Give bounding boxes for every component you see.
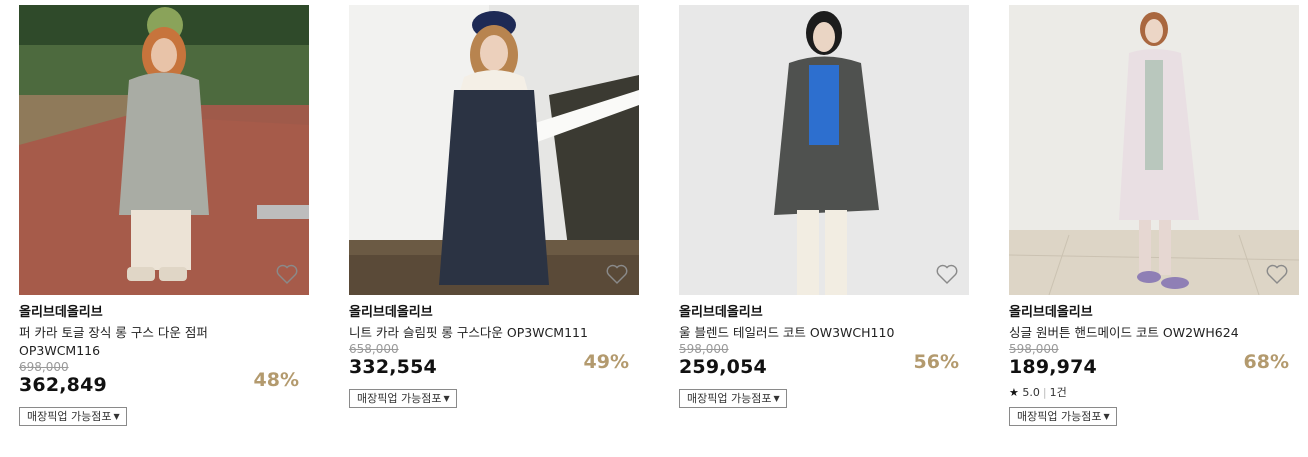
product-image[interactable] <box>19 5 309 295</box>
discount-rate: 49% <box>583 351 629 373</box>
product-image[interactable] <box>679 5 969 295</box>
store-pickup-label: 매장픽업 가능점포 <box>1017 410 1102 423</box>
store-pickup-dropdown[interactable]: 매장픽업 가능점포 ▼ <box>679 389 787 408</box>
review-count[interactable]: 1건 <box>1050 386 1067 399</box>
price-area: 698,000 362,849 48% <box>19 360 309 400</box>
product-photo <box>19 5 309 295</box>
product-name[interactable]: 퍼 카라 토글 장식 롱 구스 다운 점퍼 OP3WCM116 <box>19 324 289 360</box>
brand-name[interactable]: 올리브데올리브 <box>679 304 969 321</box>
discount-rate: 48% <box>253 369 299 391</box>
price-area: 598,000 259,054 56% <box>679 342 969 382</box>
rating-summary: ★ 5.0 | 1건 <box>1009 386 1299 400</box>
discount-rate: 56% <box>913 351 959 373</box>
product-card[interactable]: 올리브데올리브 울 블렌드 테일러드 코트 OW3WCH110 598,000 … <box>679 5 969 408</box>
store-pickup-dropdown[interactable]: 매장픽업 가능점포 ▼ <box>1009 407 1117 426</box>
brand-name[interactable]: 올리브데올리브 <box>1009 304 1299 321</box>
product-name[interactable]: 니트 카라 슬림핏 롱 구스다운 OP3WCM111 <box>349 324 619 342</box>
rating-score: 5.0 <box>1022 386 1040 399</box>
store-pickup-dropdown[interactable]: 매장픽업 가능점포 ▼ <box>19 407 127 426</box>
caret-down-icon: ▼ <box>773 394 780 403</box>
product-image[interactable] <box>1009 5 1299 295</box>
wishlist-heart-icon[interactable] <box>275 263 299 285</box>
product-image[interactable] <box>349 5 639 295</box>
store-pickup-dropdown[interactable]: 매장픽업 가능점포 ▼ <box>349 389 457 408</box>
brand-name[interactable]: 올리브데올리브 <box>349 304 639 321</box>
discount-rate: 68% <box>1243 351 1289 373</box>
caret-down-icon: ▼ <box>113 412 120 421</box>
store-pickup-label: 매장픽업 가능점포 <box>687 392 772 405</box>
wishlist-heart-icon[interactable] <box>935 263 959 285</box>
product-card[interactable]: 올리브데올리브 니트 카라 슬림핏 롱 구스다운 OP3WCM111 658,0… <box>349 5 639 408</box>
product-photo <box>1009 5 1299 295</box>
product-card[interactable]: 올리브데올리브 싱글 원버튼 핸드메이드 코트 OW2WH624 598,000… <box>1009 5 1299 426</box>
brand-name[interactable]: 올리브데올리브 <box>19 304 309 321</box>
store-pickup-label: 매장픽업 가능점포 <box>357 392 442 405</box>
price-area: 598,000 189,974 68% <box>1009 342 1299 382</box>
rating-divider: | <box>1042 386 1047 399</box>
product-name[interactable]: 울 블렌드 테일러드 코트 OW3WCH110 <box>679 324 949 342</box>
product-photo <box>349 5 639 295</box>
caret-down-icon: ▼ <box>443 394 450 403</box>
price-area: 658,000 332,554 49% <box>349 342 639 382</box>
product-card[interactable]: 올리브데올리브 퍼 카라 토글 장식 롱 구스 다운 점퍼 OP3WCM116 … <box>19 5 309 426</box>
star-icon: ★ <box>1009 386 1019 399</box>
product-name[interactable]: 싱글 원버튼 핸드메이드 코트 OW2WH624 <box>1009 324 1279 342</box>
caret-down-icon: ▼ <box>1103 412 1110 421</box>
store-pickup-label: 매장픽업 가능점포 <box>27 410 112 423</box>
wishlist-heart-icon[interactable] <box>605 263 629 285</box>
product-photo <box>679 5 969 295</box>
wishlist-heart-icon[interactable] <box>1265 263 1289 285</box>
